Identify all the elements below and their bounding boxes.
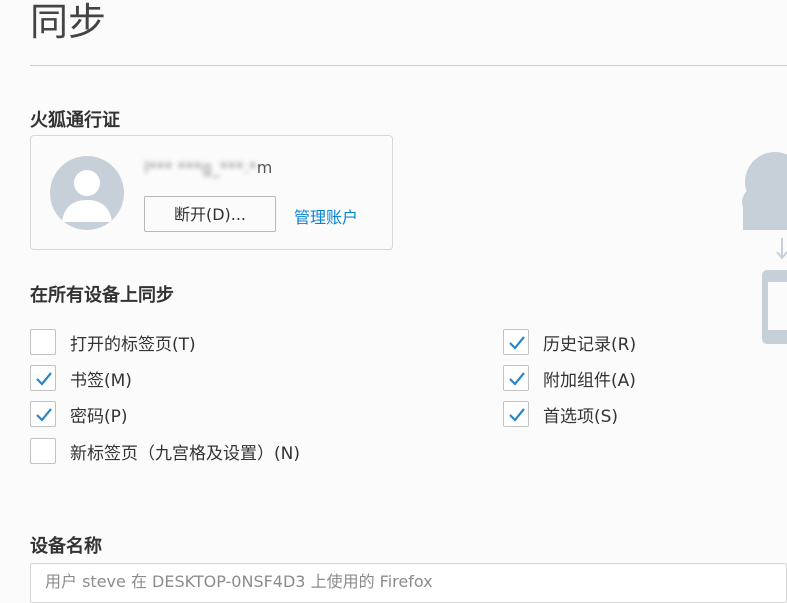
- checkbox-tabs[interactable]: [30, 329, 56, 355]
- sync-option-addons[interactable]: 附加组件(A): [503, 364, 636, 392]
- checkbox-newtab[interactable]: [30, 438, 56, 464]
- disconnect-button[interactable]: 断开(D)...: [144, 196, 276, 232]
- checkbox-history[interactable]: [503, 329, 529, 355]
- page-title: 同步: [30, 0, 107, 44]
- sync-option-label: 密码(P): [70, 406, 128, 427]
- checkbox-addons[interactable]: [503, 365, 529, 391]
- sync-option-label: 书签(M): [70, 370, 132, 391]
- sync-option-bookmarks[interactable]: 书签(M): [30, 364, 132, 392]
- email-suffix: m: [256, 158, 273, 177]
- sync-option-passwords[interactable]: 密码(P): [30, 400, 128, 428]
- email-masked: l*** ***g_***.*: [144, 158, 257, 177]
- manage-account-link[interactable]: 管理账户: [294, 204, 358, 228]
- checkbox-prefs[interactable]: [503, 401, 529, 427]
- device-section-title: 设备名称: [30, 536, 102, 557]
- device-name-field[interactable]: 用户 steve 在 DESKTOP-0NSF4D3 上使用的 Firefox: [30, 563, 787, 603]
- checkmark-icon: [36, 408, 52, 422]
- account-section-title: 火狐通行证: [30, 110, 120, 131]
- sync-section-title: 在所有设备上同步: [30, 285, 174, 306]
- cloud-to-device-icon: [735, 150, 787, 354]
- sync-option-label: 历史记录(R): [543, 334, 637, 355]
- sync-option-label: 打开的标签页(T): [70, 334, 196, 355]
- checkbox-bookmarks[interactable]: [30, 365, 56, 391]
- sync-option-label: 首选项(S): [543, 406, 619, 427]
- checkbox-passwords[interactable]: [30, 401, 56, 427]
- account-card: l*** ***g_***.*m 断开(D)... 管理账户: [30, 135, 393, 250]
- title-divider: [30, 65, 787, 66]
- sync-option-history[interactable]: 历史记录(R): [503, 328, 636, 356]
- avatar-icon: [50, 156, 124, 230]
- sync-option-label: 新标签页（九宫格及设置）(N): [70, 443, 300, 464]
- sync-option-tabs[interactable]: 打开的标签页(T): [30, 328, 196, 356]
- account-email: l*** ***g_***.*m: [144, 158, 272, 177]
- checkmark-icon: [509, 336, 525, 350]
- checkmark-icon: [509, 408, 525, 422]
- checkmark-icon: [36, 372, 52, 386]
- checkmark-icon: [509, 372, 525, 386]
- sync-option-newtab[interactable]: 新标签页（九宫格及设置）(N): [30, 437, 300, 465]
- sync-option-label: 附加组件(A): [543, 370, 636, 391]
- sync-option-prefs[interactable]: 首选项(S): [503, 400, 618, 428]
